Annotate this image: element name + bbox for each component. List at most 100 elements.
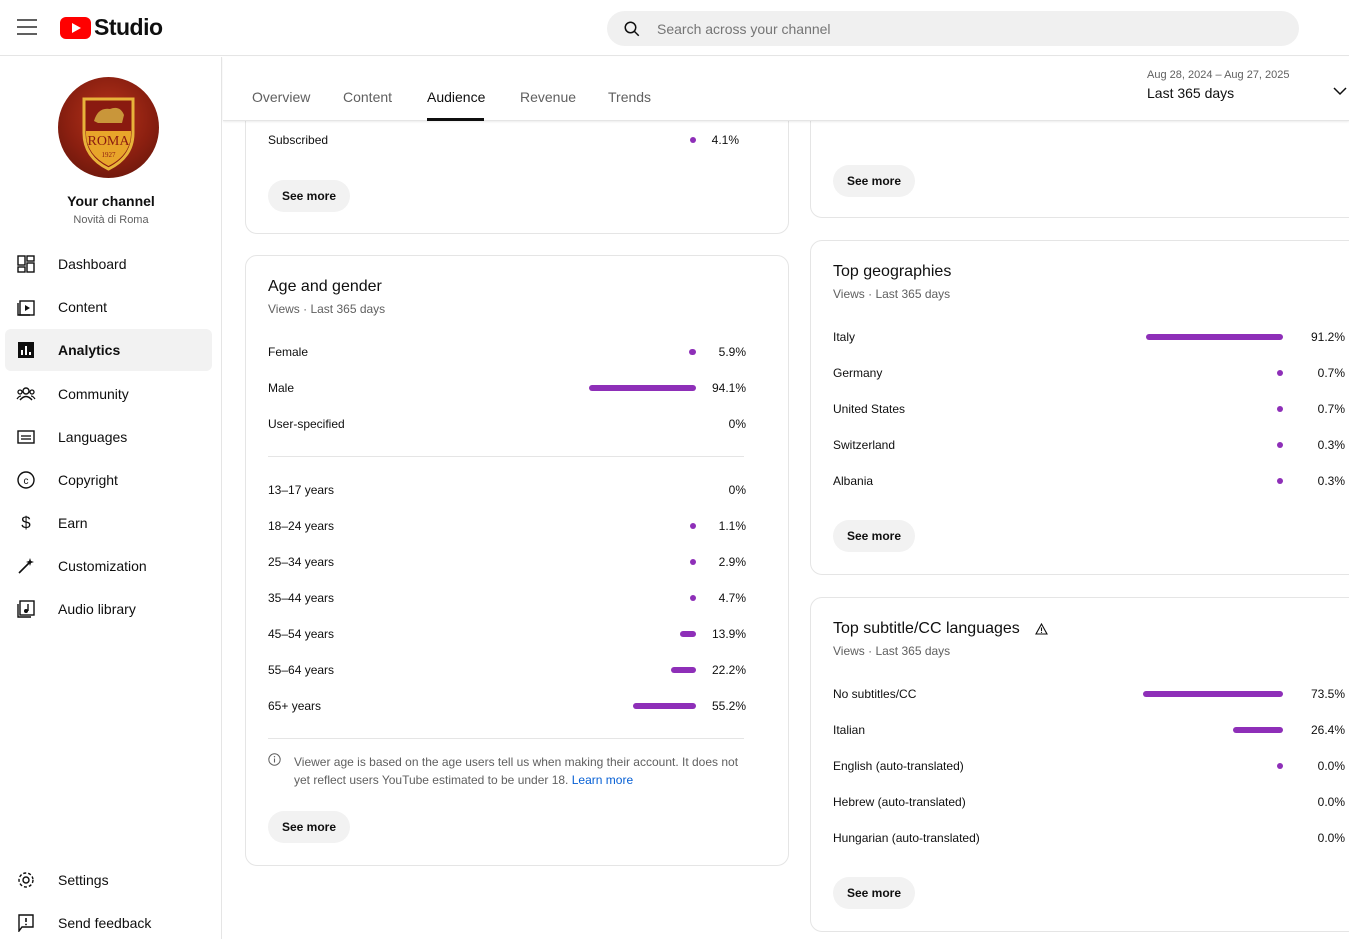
row-value: 0.0% bbox=[1317, 795, 1345, 809]
tab-content[interactable]: Content bbox=[343, 89, 392, 105]
row-value: 26.4% bbox=[1310, 723, 1345, 737]
channel-title: Your channel bbox=[67, 193, 155, 209]
tab-trends[interactable]: Trends bbox=[608, 89, 651, 105]
card-subtitle: Views · Last 365 days bbox=[833, 287, 951, 301]
see-more-button[interactable]: See more bbox=[268, 811, 351, 843]
row-value: 4.1% bbox=[711, 133, 739, 147]
sidebar-item-dashboard[interactable]: Dashboard bbox=[5, 243, 212, 285]
row-value: 0.3% bbox=[1317, 474, 1345, 488]
tab-overview[interactable]: Overview bbox=[252, 89, 310, 105]
channel-name: Novità di Roma bbox=[73, 214, 149, 226]
tab-audience[interactable]: Audience bbox=[427, 89, 485, 105]
studio-logo[interactable]: Studio bbox=[60, 14, 163, 41]
sidebar-item-earn[interactable]: $ Earn bbox=[5, 502, 212, 544]
age-note-text: Viewer age is based on the age users tel… bbox=[294, 755, 739, 787]
row-value: 73.5% bbox=[1310, 687, 1345, 701]
audio-library-icon bbox=[16, 599, 36, 619]
row-label: Male bbox=[268, 381, 295, 395]
row-bar bbox=[1277, 763, 1283, 769]
sidebar-item-label: Settings bbox=[58, 872, 109, 888]
list-item: 13–17 years 0% bbox=[268, 481, 768, 499]
top-bar: Studio bbox=[0, 0, 1349, 56]
learn-more-link[interactable]: Learn more bbox=[572, 773, 633, 787]
card-subtitle: Views · Last 365 days bbox=[268, 302, 386, 316]
row-value: 0.7% bbox=[1317, 402, 1345, 416]
date-range-selector[interactable]: Aug 28, 2024 – Aug 27, 2025 Last 365 day… bbox=[1147, 69, 1290, 101]
row-label: Italy bbox=[833, 330, 856, 344]
row-value: 94.1% bbox=[711, 381, 746, 395]
svg-text:c: c bbox=[24, 476, 29, 487]
sidebar-item-settings[interactable]: Settings bbox=[5, 859, 212, 901]
row-label: Albania bbox=[833, 474, 874, 488]
svg-text:1927: 1927 bbox=[102, 151, 117, 159]
see-more-button[interactable]: See more bbox=[833, 520, 916, 552]
card-title: Top subtitle/CC languages bbox=[833, 620, 1020, 637]
row-label: English (auto-translated) bbox=[833, 759, 964, 773]
list-item: 18–24 years 1.1% bbox=[268, 517, 768, 535]
search-input[interactable] bbox=[657, 20, 1257, 37]
card-subtitle: Views · Last 365 days bbox=[833, 644, 951, 658]
list-item: Female 5.9% bbox=[268, 343, 768, 361]
menu-icon[interactable] bbox=[17, 19, 37, 35]
row-bar bbox=[1277, 406, 1283, 412]
avatar[interactable]: ROMA 1927 bbox=[58, 77, 159, 178]
row-value: 1.1% bbox=[718, 519, 746, 533]
row-value: 22.2% bbox=[711, 663, 746, 677]
row-value: 0.0% bbox=[1317, 759, 1345, 773]
row-bar bbox=[1146, 334, 1283, 340]
list-item: No subtitles/CC 73.5% bbox=[833, 685, 1345, 703]
sidebar-item-label: Customization bbox=[58, 558, 147, 574]
divider bbox=[268, 738, 744, 739]
row-value: 55.2% bbox=[711, 699, 746, 713]
row-value: 91.2% bbox=[1310, 330, 1345, 344]
search-bar[interactable] bbox=[607, 11, 1299, 46]
sidebar-item-audio-library[interactable]: Audio library bbox=[5, 588, 212, 630]
sidebar-item-label: Audio library bbox=[58, 601, 136, 617]
sidebar-item-customization[interactable]: Customization bbox=[5, 545, 212, 587]
card-title: Age and gender bbox=[268, 278, 382, 295]
sidebar-item-languages[interactable]: Languages bbox=[5, 416, 212, 458]
list-item: 65+ years 55.2% bbox=[268, 697, 768, 715]
sidebar-item-content[interactable]: Content bbox=[5, 286, 212, 328]
sidebar-item-send-feedback[interactable]: Send feedback bbox=[5, 902, 212, 944]
row-label: 55–64 years bbox=[268, 663, 335, 677]
row-value: 0% bbox=[728, 483, 746, 497]
list-item: Subscribed 4.1% bbox=[268, 131, 768, 149]
row-label: Hebrew (auto-translated) bbox=[833, 795, 966, 809]
chevron-down-icon[interactable] bbox=[1333, 83, 1347, 101]
active-tab-indicator bbox=[427, 118, 484, 121]
sidebar-item-analytics[interactable]: Analytics bbox=[5, 329, 212, 371]
list-item: Albania 0.3% bbox=[833, 472, 1345, 490]
sidebar: ROMA 1927 Your channel Novità di Roma Da… bbox=[0, 57, 222, 939]
warning-icon[interactable] bbox=[1035, 622, 1048, 640]
sidebar-item-label: Send feedback bbox=[58, 915, 152, 931]
app-name: Studio bbox=[94, 14, 163, 40]
tab-revenue[interactable]: Revenue bbox=[520, 89, 576, 105]
sidebar-item-label: Content bbox=[58, 299, 108, 315]
see-more-button[interactable]: See more bbox=[268, 180, 351, 212]
row-label: Subscribed bbox=[268, 133, 329, 147]
list-item: Italy 91.2% bbox=[833, 328, 1345, 346]
sidebar-item-label: Earn bbox=[58, 515, 88, 531]
row-label: Italian bbox=[833, 723, 866, 737]
list-item: 55–64 years 22.2% bbox=[268, 661, 768, 679]
earn-icon: $ bbox=[21, 513, 31, 532]
row-label: 35–44 years bbox=[268, 591, 335, 605]
row-label: 13–17 years bbox=[268, 483, 335, 497]
analytics-tabs-bar: Overview Content Audience Revenue Trends… bbox=[223, 57, 1349, 121]
list-item: 35–44 years 4.7% bbox=[268, 589, 768, 607]
sidebar-item-label: Dashboard bbox=[58, 256, 127, 272]
list-item: 25–34 years 2.9% bbox=[268, 553, 768, 571]
sidebar-item-copyright[interactable]: c Copyright bbox=[5, 459, 212, 501]
list-item: Germany 0.7% bbox=[833, 364, 1345, 382]
sidebar-item-label: Analytics bbox=[58, 342, 121, 358]
see-more-button[interactable]: See more bbox=[833, 165, 916, 197]
sidebar-item-label: Copyright bbox=[58, 472, 118, 488]
search-icon bbox=[624, 21, 640, 36]
see-more-button[interactable]: See more bbox=[833, 877, 916, 909]
row-label: 18–24 years bbox=[268, 519, 335, 533]
sidebar-item-community[interactable]: Community bbox=[5, 373, 212, 415]
gear-icon bbox=[16, 870, 36, 890]
list-item: User-specified 0% bbox=[268, 415, 768, 433]
row-bar bbox=[1277, 370, 1283, 376]
